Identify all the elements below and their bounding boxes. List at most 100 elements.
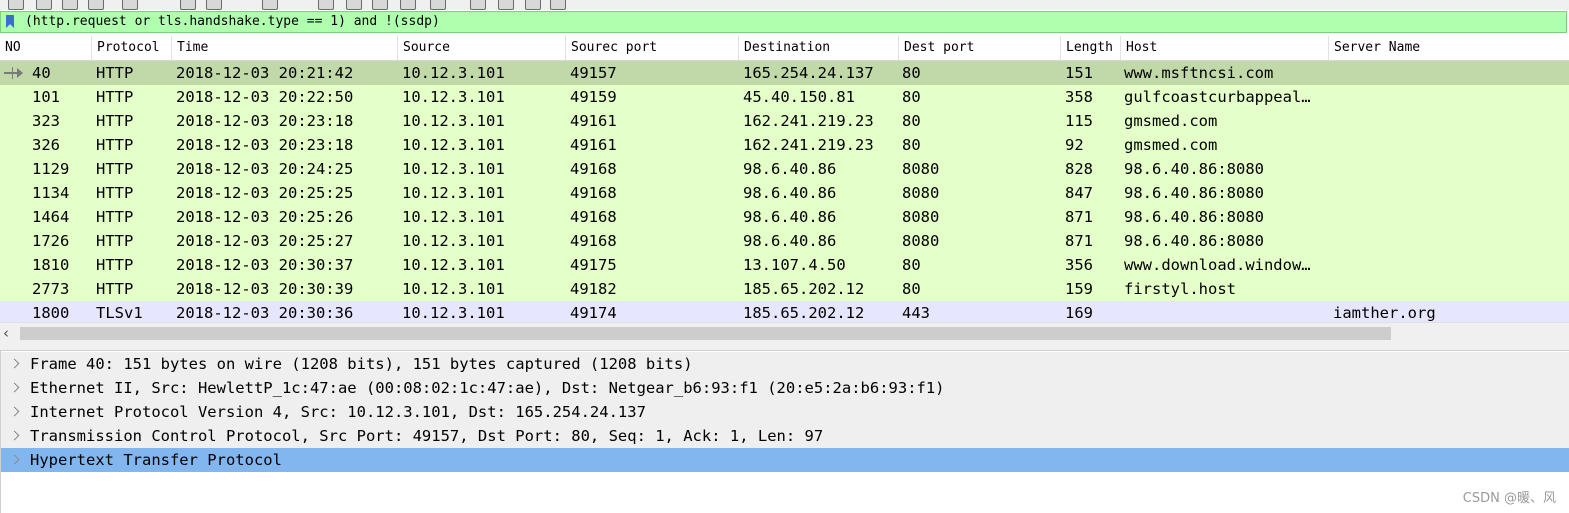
- column-header-dest-port[interactable]: Dest port: [899, 36, 1061, 60]
- cell-protocol: HTTP: [96, 160, 134, 178]
- open-file-icon[interactable]: [8, 0, 24, 10]
- find-packet-icon[interactable]: [122, 0, 138, 10]
- first-packet-icon[interactable]: [318, 0, 334, 10]
- save-file-icon[interactable]: [36, 0, 52, 10]
- cell-destination: 165.254.24.137: [743, 64, 874, 82]
- packet-row[interactable]: 1134 HTTP 2018-12-03 20:25:25 10.12.3.101 49…: [0, 181, 1569, 205]
- packet-details-pane[interactable]: Frame 40: 151 bytes on wire (1208 bits),…: [0, 351, 1569, 513]
- cell-length: 847: [1065, 184, 1093, 202]
- colorize-icon[interactable]: [400, 0, 416, 10]
- packet-row[interactable]: 1726 HTTP 2018-12-03 20:25:27 10.12.3.101 49…: [0, 229, 1569, 253]
- detail-tree-item[interactable]: Hypertext Transfer Protocol: [1, 448, 1569, 472]
- cell-no: 323: [32, 112, 60, 130]
- normal-size-icon[interactable]: [498, 0, 514, 10]
- column-header-time[interactable]: Time: [172, 36, 398, 60]
- cell-server-name: [1333, 205, 1563, 229]
- column-header-source-port[interactable]: Sourec port: [566, 36, 739, 60]
- column-header-no[interactable]: NO: [0, 36, 92, 60]
- cell-protocol: HTTP: [96, 280, 134, 298]
- display-filter-bar[interactable]: (http.request or tls.handshake.type == 1…: [0, 11, 1567, 33]
- bookmark-icon[interactable]: [6, 15, 14, 28]
- autoscroll-icon[interactable]: [372, 0, 388, 10]
- cell-length: 159: [1065, 280, 1093, 298]
- cell-host: www.msftncsi.com: [1124, 64, 1274, 82]
- cell-source-port: 49159: [570, 88, 617, 106]
- expand-chevron-icon[interactable]: [9, 429, 23, 443]
- cell-server-name: [1333, 61, 1563, 85]
- zoom-out-icon[interactable]: [470, 0, 486, 10]
- watermark: CSDN @暖、风: [1462, 491, 1556, 506]
- cell-dest-port: 80: [902, 64, 921, 82]
- packet-row[interactable]: 323 HTTP 2018-12-03 20:23:18 10.12.3.101 491…: [0, 109, 1569, 133]
- last-packet-icon[interactable]: [346, 0, 362, 10]
- column-header-server-name[interactable]: Server Name: [1329, 36, 1569, 60]
- cell-destination: 98.6.40.86: [743, 208, 837, 226]
- cell-destination: 162.241.219.23: [743, 136, 874, 154]
- cell-source: 10.12.3.101: [402, 256, 505, 274]
- packet-row[interactable]: 2773 HTTP 2018-12-03 20:30:39 10.12.3.101 49…: [0, 277, 1569, 301]
- column-header-length[interactable]: Length: [1061, 36, 1121, 60]
- cell-server-name: [1333, 277, 1563, 301]
- pane-splitter[interactable]: [0, 344, 1569, 351]
- cell-server-name: [1333, 253, 1563, 277]
- go-forward-icon[interactable]: [206, 0, 222, 10]
- cell-source-port: 49161: [570, 112, 617, 130]
- cell-time: 2018-12-03 20:24:25: [176, 160, 354, 178]
- scroll-left-icon[interactable]: ‹: [3, 325, 17, 341]
- cell-length: 358: [1065, 88, 1093, 106]
- detail-tree-label: Transmission Control Protocol, Src Port:…: [30, 427, 824, 445]
- packet-row[interactable]: 1464 HTTP 2018-12-03 20:25:26 10.12.3.101 49…: [0, 205, 1569, 229]
- packet-row[interactable]: 1129 HTTP 2018-12-03 20:24:25 10.12.3.101 49…: [0, 157, 1569, 181]
- go-back-icon[interactable]: [180, 0, 196, 10]
- display-filter-input[interactable]: (http.request or tls.handshake.type == 1…: [25, 14, 440, 30]
- horizontal-scrollbar[interactable]: ‹: [0, 322, 1569, 344]
- cell-server-name: [1333, 109, 1563, 133]
- expand-chevron-icon[interactable]: [9, 405, 23, 419]
- scrollbar-thumb[interactable]: [20, 327, 1391, 340]
- column-header-host[interactable]: Host: [1121, 36, 1329, 60]
- expand-chevron-icon[interactable]: [9, 381, 23, 395]
- packet-list[interactable]: NO Protocol Time Source Sourec port Dest…: [0, 36, 1569, 345]
- cell-length: 115: [1065, 112, 1093, 130]
- detail-tree-item[interactable]: Transmission Control Protocol, Src Port:…: [1, 424, 1569, 448]
- cell-dest-port: 8080: [902, 160, 940, 178]
- go-to-packet-icon[interactable]: [262, 0, 278, 10]
- cell-source: 10.12.3.101: [402, 280, 505, 298]
- column-header-source[interactable]: Source: [398, 36, 566, 60]
- cell-host: 98.6.40.86:8080: [1124, 160, 1264, 178]
- packet-row[interactable]: 326 HTTP 2018-12-03 20:23:18 10.12.3.101 491…: [0, 133, 1569, 157]
- packet-row[interactable]: 101 HTTP 2018-12-03 20:22:50 10.12.3.101 491…: [0, 85, 1569, 109]
- zoom-in-icon[interactable]: [430, 0, 446, 10]
- cell-protocol: HTTP: [96, 64, 134, 82]
- detail-tree-item[interactable]: Frame 40: 151 bytes on wire (1208 bits),…: [1, 352, 1569, 376]
- cell-dest-port: 80: [902, 88, 921, 106]
- cell-server-name: [1333, 181, 1563, 205]
- expand-chevron-icon[interactable]: [9, 453, 23, 467]
- detail-tree-label: Internet Protocol Version 4, Src: 10.12.…: [30, 403, 646, 421]
- cell-dest-port: 80: [902, 112, 921, 130]
- cell-source-port: 49168: [570, 160, 617, 178]
- column-icon[interactable]: [550, 0, 566, 10]
- cell-destination: 98.6.40.86: [743, 232, 837, 250]
- cell-destination: 162.241.219.23: [743, 112, 874, 130]
- cell-source-port: 49168: [570, 208, 617, 226]
- cell-host: 98.6.40.86:8080: [1124, 232, 1264, 250]
- cell-protocol: HTTP: [96, 88, 134, 106]
- cell-host: gulfcoastcurbappeal…: [1124, 88, 1311, 106]
- close-file-icon[interactable]: [62, 0, 78, 10]
- column-header-protocol[interactable]: Protocol: [92, 36, 172, 60]
- cell-dest-port: 80: [902, 136, 921, 154]
- resize-columns-icon[interactable]: [525, 0, 541, 10]
- packet-row[interactable]: 40 HTTP 2018-12-03 20:21:42 10.12.3.101 4915…: [0, 61, 1569, 85]
- detail-tree-item[interactable]: Ethernet II, Src: HewlettP_1c:47:ae (00:…: [1, 376, 1569, 400]
- cell-length: 92: [1065, 136, 1084, 154]
- column-header-destination[interactable]: Destination: [739, 36, 899, 60]
- cell-length: 828: [1065, 160, 1093, 178]
- detail-tree-label: Ethernet II, Src: HewlettP_1c:47:ae (00:…: [30, 379, 945, 397]
- cell-source-port: 49168: [570, 184, 617, 202]
- detail-tree-item[interactable]: Internet Protocol Version 4, Src: 10.12.…: [1, 400, 1569, 424]
- expand-chevron-icon[interactable]: [9, 357, 23, 371]
- cell-host: gmsmed.com: [1124, 112, 1218, 130]
- packet-row[interactable]: 1810 HTTP 2018-12-03 20:30:37 10.12.3.101 49…: [0, 253, 1569, 277]
- reload-icon[interactable]: [88, 0, 104, 10]
